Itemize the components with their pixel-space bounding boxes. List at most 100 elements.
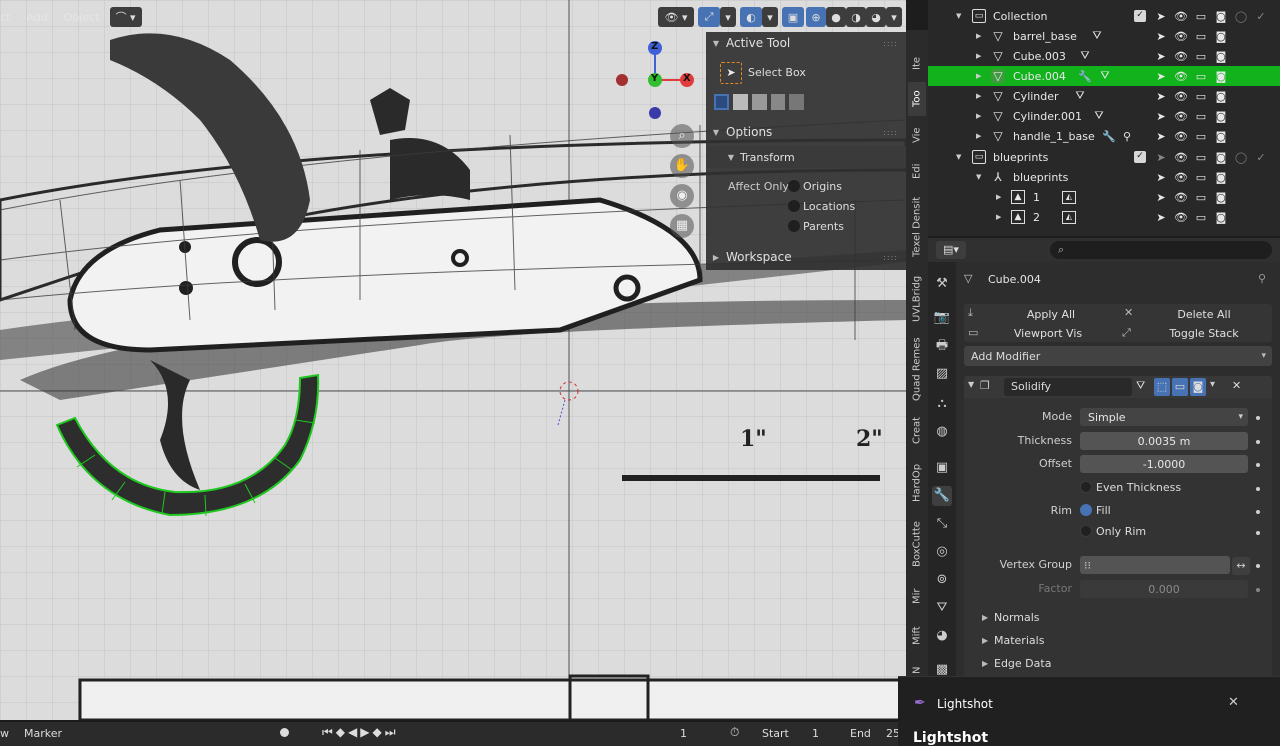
camera-icon[interactable]: ◉ xyxy=(670,184,694,208)
monitor-icon[interactable]: ▭ xyxy=(1194,110,1208,123)
monitor-icon[interactable]: ▭ xyxy=(1194,130,1208,143)
tab-hardops[interactable]: HardOp xyxy=(908,456,926,510)
mode-new-icon[interactable] xyxy=(714,94,730,110)
drag-grip-icon[interactable]: :::: xyxy=(883,253,898,262)
gizmo-dropdown[interactable]: ▾ xyxy=(720,7,736,27)
world-icon[interactable]: ◍ xyxy=(932,422,952,442)
cage-toggle-icon[interactable]: ⬚ xyxy=(1154,378,1170,396)
select-arrow-icon[interactable]: ➤ xyxy=(1154,211,1168,224)
select-arrow-icon[interactable]: ➤ xyxy=(1154,191,1168,204)
modifier-wrench-icon[interactable]: 🔧 xyxy=(932,486,952,506)
eye-icon[interactable]: 👁 xyxy=(1174,90,1188,103)
xray-toggle-icon[interactable]: ▣ xyxy=(782,7,804,27)
keyframe-dot[interactable] xyxy=(1256,531,1260,535)
panel-options-header[interactable]: ▼ Options :::: xyxy=(706,121,906,143)
invert-arrows-icon[interactable]: ↔ xyxy=(1232,557,1250,575)
expand-arrow-icon[interactable]: ▶ xyxy=(976,52,981,60)
select-arrow-icon[interactable]: ➤ xyxy=(1154,130,1168,143)
zoom-icon[interactable]: ⌕ xyxy=(670,124,694,148)
thickness-field[interactable]: 0.0035 m xyxy=(1080,432,1248,450)
expand-arrow-icon[interactable]: ▶ xyxy=(996,213,1001,221)
outliner-row-barrel-base[interactable]: ▶ ▽ barrel_base ⛛ ➤ 👁 ▭ ◙ xyxy=(928,26,1280,46)
menu-add[interactable]: Add xyxy=(18,11,55,24)
record-icon[interactable] xyxy=(280,728,289,737)
select-arrow-icon[interactable]: ➤ xyxy=(1154,10,1168,23)
expand-arrow-icon[interactable]: ▼ xyxy=(976,173,981,181)
parents-checkbox[interactable] xyxy=(788,220,800,232)
mode-subtract-icon[interactable] xyxy=(751,94,767,110)
keyframe-dot[interactable] xyxy=(1256,564,1260,568)
tab-mirror[interactable]: Mir xyxy=(908,578,926,614)
modifier-name-field[interactable]: Solidify xyxy=(1004,378,1132,396)
outliner-row-cube-003[interactable]: ▶ ▽ Cube.003 ⛛ ➤ 👁 ▭ ◙ xyxy=(928,46,1280,66)
camera-render-icon[interactable]: ◙ xyxy=(1214,70,1228,83)
viewport-toggle-icon[interactable]: ▭ xyxy=(1172,378,1188,396)
camera-render-icon[interactable]: ◙ xyxy=(1214,90,1228,103)
chevron-down-icon[interactable]: ▾ xyxy=(1210,379,1215,390)
drag-grip-icon[interactable]: :::: xyxy=(883,128,898,137)
select-box-tool-icon[interactable]: ➤ xyxy=(720,62,742,84)
eye-icon[interactable]: 👁 xyxy=(1174,50,1188,63)
menu-select[interactable]: ct xyxy=(0,11,18,24)
monitor-icon[interactable]: ▭ xyxy=(1194,90,1208,103)
eye-icon[interactable]: 👁 xyxy=(1174,110,1188,123)
object-icon[interactable]: ▣ xyxy=(932,458,952,478)
delete-all-button[interactable]: Delete All xyxy=(1164,308,1244,321)
overlay-dropdown[interactable]: ▾ xyxy=(762,7,778,27)
monitor-icon[interactable]: ▭ xyxy=(1194,30,1208,43)
eye-icon[interactable]: 👁 xyxy=(1174,30,1188,43)
keyframe-dot[interactable] xyxy=(1256,463,1260,467)
origins-checkbox[interactable] xyxy=(788,180,800,192)
visibility-dropdown[interactable]: 👁 ▾ xyxy=(658,7,694,27)
select-arrow-icon[interactable]: ➤ xyxy=(1154,30,1168,43)
mesh-data-icon[interactable]: ⛛ xyxy=(1090,29,1104,43)
monitor-icon[interactable]: ▭ xyxy=(1194,171,1208,184)
expand-arrow-icon[interactable]: ▼ xyxy=(956,153,961,161)
expand-arrow-icon[interactable]: ▶ xyxy=(982,659,988,668)
mesh-data-icon[interactable]: ⛛ xyxy=(1073,89,1087,103)
select-arrow-icon[interactable]: ➤ xyxy=(1154,171,1168,184)
tab-tool[interactable]: Too xyxy=(908,82,926,116)
outliner-row-image-1[interactable]: ▶ ▲ 1 ◭ ➤ 👁 ▭ ◙ xyxy=(928,187,1280,207)
eye-icon[interactable]: 👁 xyxy=(1174,211,1188,224)
camera-render-icon[interactable]: ◙ xyxy=(1214,191,1228,204)
drag-grip-icon[interactable]: :::: xyxy=(883,39,898,48)
playback-controls-icon[interactable]: ⏮◆◀▶◆⏭ xyxy=(322,725,399,740)
outliner-row-image-2[interactable]: ▶ ▲ 2 ◭ ➤ 👁 ▭ ◙ xyxy=(928,207,1280,227)
subpanel-normals[interactable]: Normals xyxy=(994,611,1040,624)
solidify-modifier-header[interactable]: ▼ ❐ Solidify ⛛ ⬚ ▭ ◙ ▾ ✕ xyxy=(964,376,1272,398)
3d-viewport[interactable]: 1" 2" ct Add Object ⌒ ▾ 👁 ▾ ⤢ ▾ ◐ ▾ ▣ ⊕ … xyxy=(0,0,906,720)
image-data-icon[interactable]: ◭ xyxy=(1062,190,1076,204)
close-icon[interactable]: ✕ xyxy=(1232,379,1241,392)
even-thickness-checkbox[interactable] xyxy=(1080,481,1092,493)
monitor-icon[interactable]: ▭ xyxy=(1194,191,1208,204)
keyframe-dot[interactable] xyxy=(1256,440,1260,444)
camera-render-icon[interactable]: ◙ xyxy=(1214,130,1228,143)
particles-icon[interactable]: ⤡ xyxy=(932,514,952,534)
stopwatch-icon[interactable]: ⏱ xyxy=(730,725,739,740)
mesh-data-icon[interactable]: ⛛ xyxy=(1078,49,1092,63)
monitor-icon[interactable]: ▭ xyxy=(1194,50,1208,63)
view-layer-icon[interactable]: ▨ xyxy=(932,364,952,384)
panel-workspace-header[interactable]: ▶ Workspace :::: xyxy=(706,246,906,268)
navigation-gizmo[interactable]: Z X Y xyxy=(612,38,702,128)
mode-intersect-icon[interactable] xyxy=(789,94,804,110)
output-icon[interactable]: 🖶 xyxy=(932,336,952,356)
outliner[interactable]: ▼ ▭ Collection ✓ ➤ 👁 ▭ ◙ ◯ ✓ ▶ ▽ barrel_… xyxy=(928,0,1280,236)
toggle-stack-button[interactable]: Toggle Stack xyxy=(1164,327,1244,340)
wrench-modifier-icon[interactable]: 🔧 xyxy=(1078,70,1092,83)
eye-icon[interactable]: 👁 xyxy=(1174,171,1188,184)
eye-icon[interactable]: 👁 xyxy=(1174,70,1188,83)
expand-arrow-icon[interactable]: ▼ xyxy=(956,12,961,20)
render-toggle-icon[interactable]: ◙ xyxy=(1190,378,1206,396)
outliner-row-handle-1-base[interactable]: ▶ ▽ handle_1_base 🔧 ⚲ ➤ 👁 ▭ ◙ xyxy=(928,126,1280,146)
indirect-only-icon[interactable]: ✓ xyxy=(1254,10,1268,23)
tab-edit[interactable]: Edi xyxy=(908,154,926,188)
tool-settings-icon[interactable]: ⚒ xyxy=(932,274,952,294)
camera-render-icon[interactable]: ◙ xyxy=(1214,10,1228,23)
expand-arrow-icon[interactable]: ▶ xyxy=(976,132,981,140)
subpanel-materials[interactable]: Materials xyxy=(994,634,1044,647)
expand-arrow-icon[interactable]: ▶ xyxy=(982,613,988,622)
outliner-row-blueprints-empty[interactable]: ▼ ⅄ blueprints ➤ 👁 ▭ ◙ xyxy=(928,167,1280,187)
eye-icon[interactable]: 👁 xyxy=(1174,191,1188,204)
